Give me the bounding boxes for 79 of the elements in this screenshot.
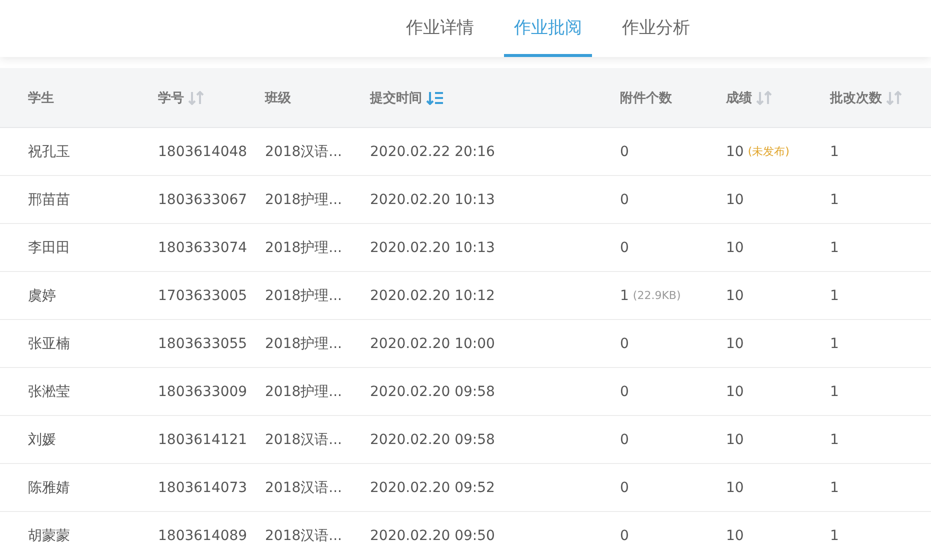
table-cell: 2020.02.20 10:12 [370,288,495,304]
sort-descending-icon[interactable] [426,90,444,104]
table-cell: 1 [620,288,629,304]
tab[interactable]: 作业详情 [396,0,484,57]
table-cell: 0 [620,480,629,496]
table-cell: 邢苗苗 [28,190,70,208]
table-cell: 2018护理... [265,190,342,208]
table-cell: 刘媛 [28,430,56,448]
column-header: 成绩 [726,90,752,106]
table-cell: 1803614089 [158,528,248,544]
table-cell: 陈雅婧 [28,478,70,496]
table-cell: 1803614048 [158,144,248,160]
table-cell: 2020.02.20 10:13 [370,240,495,256]
table-cell: 1 [830,384,839,400]
tab[interactable]: 作业批阅 [504,0,592,57]
table-cell: 2018护理... [265,382,342,400]
table-cell: 1 [830,432,839,448]
column-header: 提交时间 [370,90,422,106]
table-cell: 10 [726,144,744,160]
table-cell: 李田田 [28,238,70,256]
table-cell: 祝孔玉 [28,142,70,160]
table-cell: 2020.02.20 10:13 [370,192,495,208]
table-cell: 虞婷 [28,286,56,304]
table-cell: 2018护理... [265,334,342,352]
table-cell: 2018护理... [265,286,342,304]
table-cell: 10 [726,384,744,400]
status-note: (未发布) [748,144,790,159]
table-cell: 2020.02.20 09:52 [370,480,495,496]
table-cell: 2020.02.20 10:00 [370,336,495,352]
table-cell: 0 [620,240,629,256]
table-cell: 10 [726,480,744,496]
table-cell: 1803614121 [158,432,248,448]
table-cell: 10 [726,336,744,352]
table-cell: 0 [620,384,629,400]
file-size: (22.9KB) [632,289,681,302]
sort-icon[interactable] [886,90,904,104]
column-header: 附件个数 [620,90,672,106]
table-cell: 0 [620,336,629,352]
table-cell: 2018护理... [265,238,342,256]
table-cell: 张淞莹 [28,382,70,400]
sort-icon[interactable] [188,90,206,104]
table-cell: 2018汉语... [265,526,342,544]
table-cell: 1703633005 [158,288,248,304]
table-cell: 2020.02.20 09:58 [370,384,495,400]
table-cell: 0 [620,432,629,448]
table-cell: 1 [830,240,839,256]
table-cell: 2020.02.20 09:50 [370,528,495,544]
table-cell: 2018汉语... [265,430,342,448]
table-cell: 胡蒙蒙 [28,526,70,544]
tab[interactable]: 作业分析 [612,0,700,57]
table-cell: 2018汉语... [265,142,342,160]
column-header: 学号 [158,90,184,106]
table-cell: 2018汉语... [265,478,342,496]
table-cell: 1 [830,144,839,160]
table-cell: 1803633055 [158,336,248,352]
table-cell: 2020.02.22 20:16 [370,144,495,160]
table-cell: 张亚楠 [28,334,70,352]
table-cell: 1 [830,336,839,352]
table-cell: 10 [726,192,744,208]
table-cell: 10 [726,432,744,448]
sort-icon[interactable] [756,90,774,104]
table-cell: 0 [620,528,629,544]
table-cell: 10 [726,288,744,304]
column-header: 班级 [265,90,291,106]
column-header: 学生 [28,90,54,106]
table-cell: 1 [830,528,839,544]
table-cell: 10 [726,240,744,256]
table-cell: 1803633067 [158,192,248,208]
table-cell: 1803633074 [158,240,248,256]
column-header: 批改次数 [830,90,882,106]
table-cell: 1803633009 [158,384,248,400]
table-cell: 2020.02.20 09:58 [370,432,495,448]
table-cell: 0 [620,144,629,160]
table-cell: 1803614073 [158,480,248,496]
table-cell: 1 [830,288,839,304]
table-cell: 1 [830,480,839,496]
table-cell: 1 [830,192,839,208]
table-cell: 10 [726,528,744,544]
table-cell: 0 [620,192,629,208]
